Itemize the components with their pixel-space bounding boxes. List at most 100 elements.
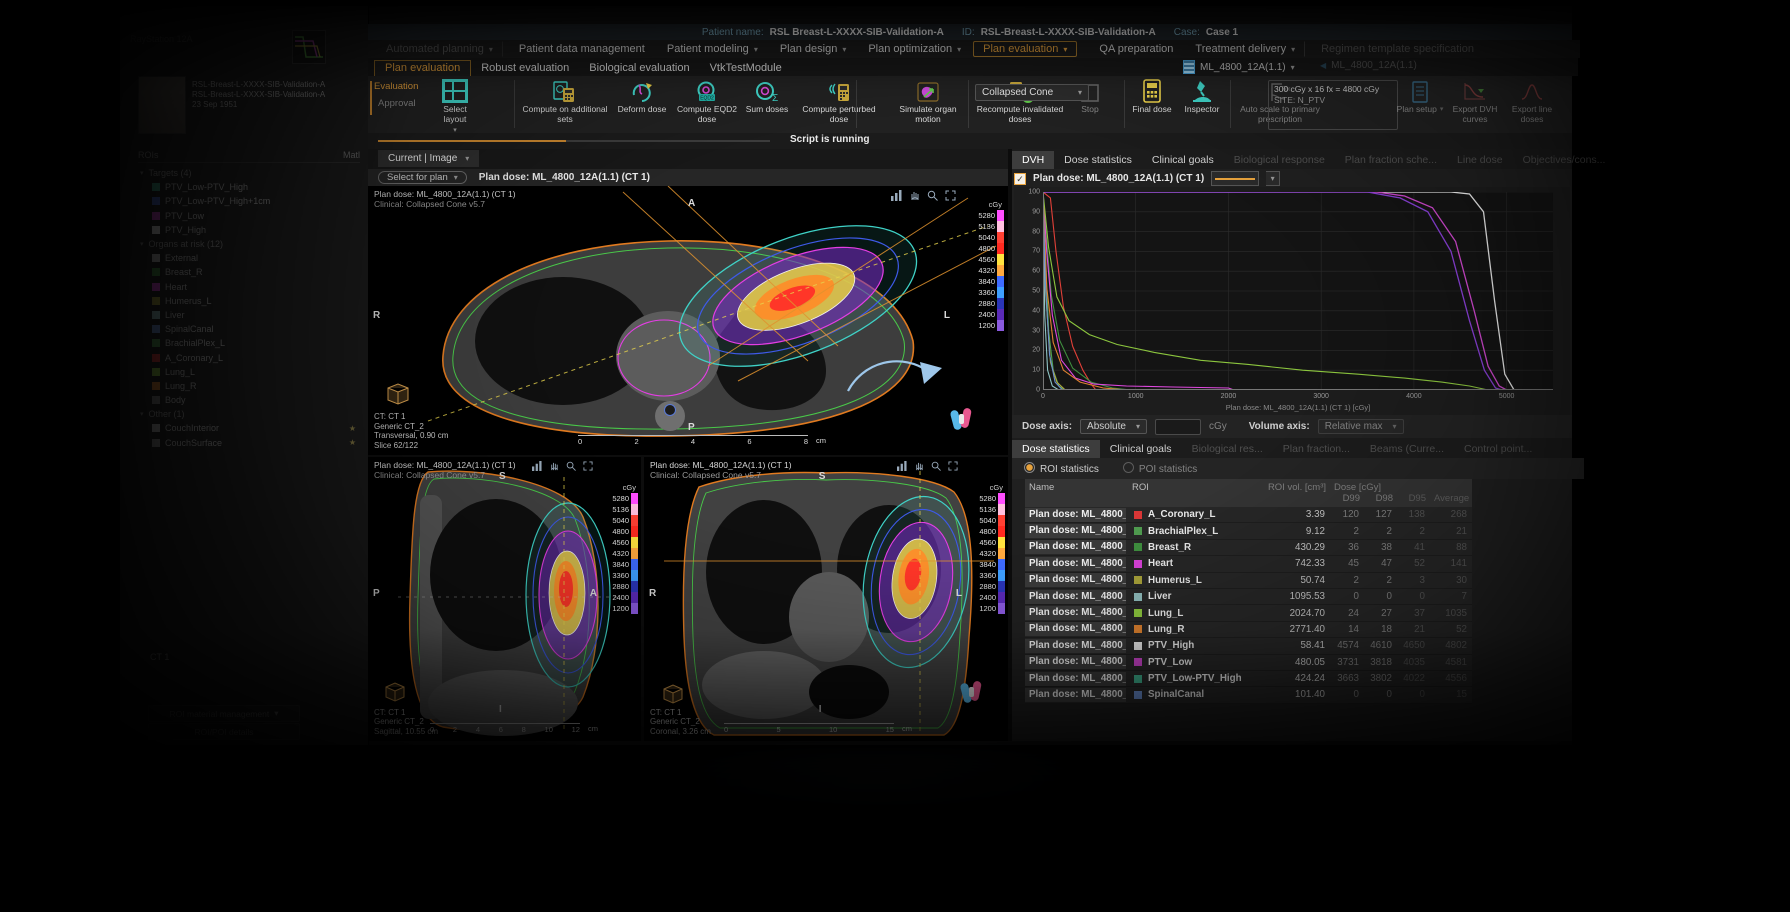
pan-hand-icon[interactable] bbox=[549, 461, 559, 471]
panel-tab[interactable]: Plan fraction... bbox=[1273, 440, 1360, 458]
chevron-down-icon[interactable]: ▾ bbox=[140, 240, 144, 248]
roi-tree-item[interactable]: CouchInterior ★ bbox=[138, 421, 360, 435]
zoom-icon[interactable] bbox=[566, 461, 576, 471]
menu-item[interactable]: Treatment delivery ▾ bbox=[1185, 41, 1305, 57]
panel-tab[interactable]: Clinical goals bbox=[1100, 440, 1182, 458]
roi-tree-item[interactable]: PTV_Low-PTV_High bbox=[138, 180, 360, 194]
statistics-table-row[interactable]: Plan dose: ML_4800_1... Breast_R 430.29 … bbox=[1025, 540, 1472, 556]
menu-item[interactable]: Plan evaluation ▾ bbox=[973, 41, 1077, 57]
curve-style-swatch[interactable] bbox=[1211, 171, 1259, 186]
poi-statistics-radio[interactable]: POI statistics bbox=[1123, 462, 1197, 475]
panel-tab[interactable]: Dose statistics bbox=[1012, 440, 1100, 458]
compute-perturbed-dose-button[interactable]: Compute perturbed dose bbox=[794, 79, 884, 124]
statistics-table-row[interactable]: Plan dose: ML_4800_1... PTV_Low-PTV_High… bbox=[1025, 671, 1472, 687]
panel-tab[interactable]: Biological res... bbox=[1182, 440, 1273, 458]
expand-icon[interactable] bbox=[945, 190, 956, 201]
roi-tree-item[interactable]: Body bbox=[138, 393, 360, 407]
roi-tree-item[interactable]: BrachialPlex_L bbox=[138, 336, 360, 350]
panel-tab[interactable]: Biological response bbox=[1224, 151, 1335, 169]
roi-tree-item[interactable]: Heart bbox=[138, 280, 360, 294]
plan-selector-secondary[interactable]: ◀ ML_4800_12A(1.1) bbox=[1320, 60, 1570, 71]
panel-tab[interactable]: Clinical goals bbox=[1142, 151, 1224, 169]
final-dose-button[interactable]: Final dose bbox=[1130, 79, 1174, 115]
roi-tree-item[interactable]: Liver bbox=[138, 308, 360, 322]
menu-item[interactable]: Plan design ▾ bbox=[770, 41, 857, 57]
statistics-table-row[interactable]: Plan dose: ML_4800_1... Liver 1095.53 0 … bbox=[1025, 589, 1472, 605]
histogram-icon[interactable] bbox=[891, 190, 902, 201]
zoom-icon[interactable] bbox=[931, 461, 941, 471]
histogram-icon[interactable] bbox=[897, 461, 907, 471]
menu-item[interactable]: QA preparation bbox=[1089, 41, 1183, 57]
statistics-table-row[interactable]: Plan dose: ML_4800_1... Lung_L 2024.70 2… bbox=[1025, 605, 1472, 621]
panel-tab[interactable]: Control point... bbox=[1454, 440, 1542, 458]
menu-item[interactable]: Automated planning ▾ bbox=[376, 41, 503, 57]
panel-tab[interactable]: Dose statistics bbox=[1054, 151, 1142, 169]
roi-tree-item[interactable]: PTV_Low bbox=[138, 209, 360, 223]
module-subtab[interactable]: Plan evaluation bbox=[374, 60, 471, 76]
statistics-table-row[interactable]: Plan dose: ML_4800_1... PTV_Low 480.05 3… bbox=[1025, 655, 1472, 671]
menu-item[interactable]: Patient data management bbox=[509, 41, 655, 57]
roi-tree-item[interactable]: Lung_L bbox=[138, 365, 360, 379]
dose-value-input[interactable] bbox=[1155, 419, 1201, 435]
ribbon-tab-approval[interactable]: Approval bbox=[378, 98, 416, 109]
simulate-organ-motion-button[interactable]: Simulate organ motion bbox=[888, 79, 968, 124]
menu-item[interactable]: Regimen template specification bbox=[1311, 41, 1484, 57]
roi-tree-item[interactable]: PTV_High bbox=[138, 223, 360, 237]
expand-icon[interactable] bbox=[583, 461, 593, 471]
select-for-plan-button[interactable]: Select for plan ▾ bbox=[378, 171, 467, 184]
dose-axis-select[interactable]: Absolute▾ bbox=[1080, 419, 1147, 434]
viewer-layout-tab[interactable]: Current | Image ▾ bbox=[378, 150, 479, 167]
histogram-icon[interactable] bbox=[532, 461, 542, 471]
zoom-icon[interactable] bbox=[927, 190, 938, 201]
menu-item[interactable]: Plan optimization ▾ bbox=[858, 41, 971, 57]
roi-tree-item[interactable]: CouchSurface ★ bbox=[138, 436, 360, 450]
sum-doses-button[interactable]: Σ Sum doses bbox=[744, 79, 790, 115]
roi-tree-item[interactable]: ▾ Targets (4) bbox=[138, 166, 360, 180]
statistics-table-row[interactable]: Plan dose: ML_4800_1... A_Coronary_L 3.3… bbox=[1025, 507, 1472, 523]
module-subtab[interactable]: VtkTestModule bbox=[700, 61, 792, 76]
volume-axis-select[interactable]: Relative max▾ bbox=[1318, 419, 1404, 434]
ct-coronal-viewport[interactable]: Plan dose: ML_4800_12A(1.1) (CT 1) Clini… bbox=[644, 457, 1008, 741]
statistics-table-row[interactable]: Plan dose: ML_4800_1... Lung_R 2771.40 1… bbox=[1025, 622, 1472, 638]
pan-hand-icon[interactable] bbox=[909, 190, 920, 201]
compute-on-additional-sets-button[interactable]: Compute on additional sets bbox=[520, 79, 610, 124]
roi-tree-item[interactable]: A_Coronary_L bbox=[138, 350, 360, 364]
plan-dose-checkbox[interactable]: ✓ bbox=[1014, 173, 1026, 185]
panel-tab[interactable]: DVH bbox=[1012, 151, 1054, 169]
compute-eqd2-dose-button[interactable]: EQD2 Compute EQD2 dose bbox=[674, 79, 740, 124]
chevron-down-icon[interactable]: ▾ bbox=[140, 169, 144, 177]
ct-axial-viewport[interactable]: Plan dose: ML_4800_12A(1.1) (CT 1) Clini… bbox=[368, 186, 1008, 455]
roi-tree-item[interactable]: ▾ Organs at risk (12) bbox=[138, 237, 360, 251]
ct-sagittal-viewport[interactable]: Plan dose: ML_4800_12A(1.1) (CT 1) Clini… bbox=[368, 457, 641, 741]
statistics-table-row[interactable]: Plan dose: ML_4800_1... Heart 742.33 45 … bbox=[1025, 556, 1472, 572]
module-subtab[interactable]: Robust evaluation bbox=[471, 61, 579, 76]
statistics-table-row[interactable]: Plan dose: ML_4800_1... Humerus_L 50.74 … bbox=[1025, 573, 1472, 589]
dvh-plot[interactable] bbox=[1043, 192, 1553, 390]
roi-statistics-radio[interactable]: ROI statistics bbox=[1024, 462, 1099, 475]
roi-tree-item[interactable]: Breast_R bbox=[138, 265, 360, 279]
roi-tree-item[interactable]: PTV_Low-PTV_High+1cm bbox=[138, 194, 360, 208]
chevron-down-icon[interactable]: ▾ bbox=[140, 410, 144, 418]
statistics-table-row[interactable]: Plan dose: ML_4800_1... BrachialPlex_L 9… bbox=[1025, 523, 1472, 539]
inspector-button[interactable]: Inspector bbox=[1178, 79, 1226, 115]
module-subtab[interactable]: Biological evaluation bbox=[579, 61, 699, 76]
statistics-table-row[interactable]: Plan dose: ML_4800_1... SpinalCanal 101.… bbox=[1025, 687, 1472, 703]
ribbon-tab-evaluation[interactable]: Evaluation bbox=[374, 81, 418, 92]
expand-icon[interactable] bbox=[948, 461, 958, 471]
panel-tab[interactable]: Line dose bbox=[1447, 151, 1513, 169]
roi-tree-item[interactable]: External bbox=[138, 251, 360, 265]
roi-tree-item[interactable]: Lung_R bbox=[138, 379, 360, 393]
roi-poi-details-button[interactable]: ROI/POI details bbox=[148, 723, 300, 740]
select-layout-button[interactable]: Select layout ▾ bbox=[432, 79, 478, 136]
dose-engine-dropdown[interactable]: Collapsed Cone ▾ bbox=[975, 84, 1089, 101]
statistics-table-row[interactable]: Plan dose: ML_4800_1... PTV_High 58.41 4… bbox=[1025, 638, 1472, 654]
roi-material-management-button[interactable]: ROI material management▾ bbox=[148, 705, 300, 722]
plan-selector-primary[interactable]: ML_4800_12A(1.1) ▾ bbox=[1183, 60, 1295, 74]
panel-tab[interactable]: Objectives/cons... bbox=[1513, 151, 1616, 169]
roi-tree-item[interactable]: ▾ Other (1) bbox=[138, 407, 360, 421]
roi-tree-item[interactable]: Humerus_L bbox=[138, 294, 360, 308]
menu-item[interactable]: Patient modeling ▾ bbox=[657, 41, 768, 57]
pan-hand-icon[interactable] bbox=[914, 461, 924, 471]
deform-dose-button[interactable]: Deform dose bbox=[614, 79, 670, 115]
chevron-down-icon[interactable]: ▾ bbox=[1266, 171, 1280, 186]
